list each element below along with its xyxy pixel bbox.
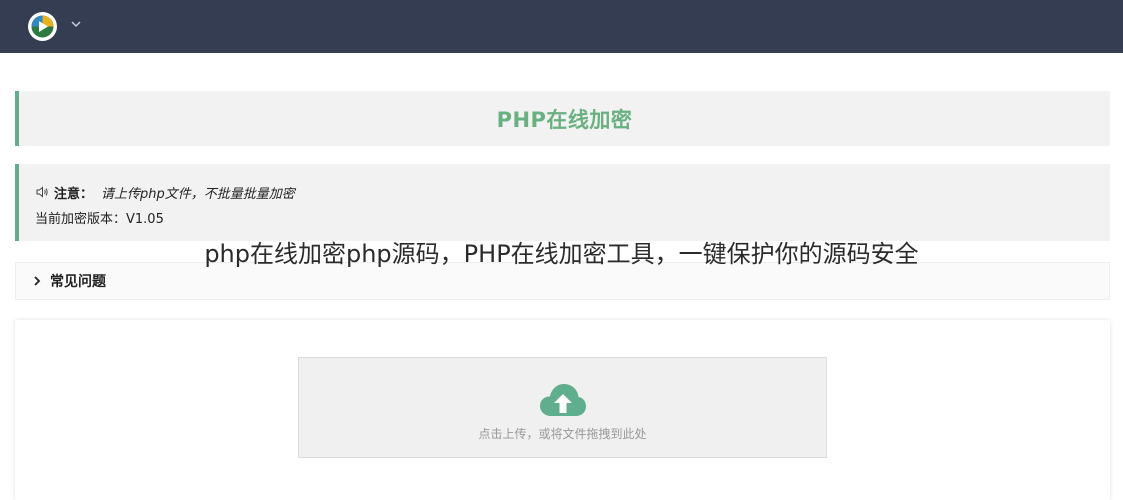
speaker-icon — [36, 186, 48, 198]
notice-panel: 注意： 请上传php文件，不批量批量加密 当前加密版本：V1.05 — [15, 164, 1110, 241]
upload-hint: 点击上传，或将文件拖拽到此处 — [478, 427, 647, 441]
upload-dropzone[interactable]: 点击上传，或将文件拖拽到此处 — [298, 357, 827, 458]
title-panel: PHP在线加密 — [15, 91, 1110, 146]
chevron-right-icon — [34, 276, 41, 286]
notice-text: 请上传php文件，不批量批量加密 — [101, 186, 295, 202]
chevron-down-icon[interactable] — [68, 16, 84, 32]
upload-card: 点击上传，或将文件拖拽到此处 — [15, 320, 1110, 500]
play-logo-icon[interactable] — [28, 12, 57, 41]
version-text: 当前加密版本：V1.05 — [35, 212, 164, 227]
overlay-caption: php在线加密php源码，PHP在线加密工具，一键保护你的源码安全 — [204, 240, 919, 268]
notice-label: 注意： — [54, 186, 94, 202]
top-navbar — [0, 0, 1123, 53]
faq-label: 常见问题 — [50, 274, 106, 290]
page-title: PHP在线加密 — [496, 107, 633, 132]
notice-line: 注意： 请上传php文件，不批量批量加密 — [35, 183, 1110, 202]
cloud-upload-icon — [540, 384, 586, 416]
